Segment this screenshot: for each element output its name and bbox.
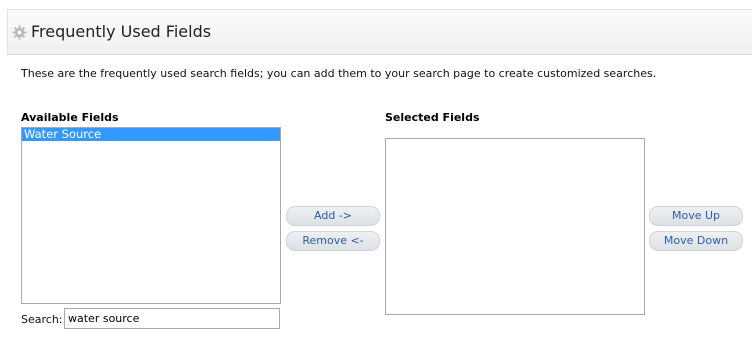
frequently-used-fields-panel: Frequently Used Fields These are the fre… xyxy=(0,0,752,337)
add-button[interactable]: Add -> xyxy=(286,206,380,226)
panel-title: Frequently Used Fields xyxy=(31,22,212,41)
list-option[interactable]: Water Source xyxy=(22,128,280,141)
move-down-button[interactable]: Move Down xyxy=(649,231,743,251)
available-fields-list[interactable]: Water Source xyxy=(21,127,281,304)
search-label: Search: xyxy=(21,313,63,326)
remove-button[interactable]: Remove <- xyxy=(286,231,380,251)
description-text: These are the frequently used search fie… xyxy=(21,67,657,80)
available-fields-label: Available Fields xyxy=(21,111,119,124)
selected-fields-label: Selected Fields xyxy=(385,111,480,124)
gear-icon xyxy=(12,25,27,40)
move-up-button[interactable]: Move Up xyxy=(649,206,743,226)
selected-fields-list[interactable] xyxy=(385,138,645,315)
search-input[interactable] xyxy=(64,308,280,329)
